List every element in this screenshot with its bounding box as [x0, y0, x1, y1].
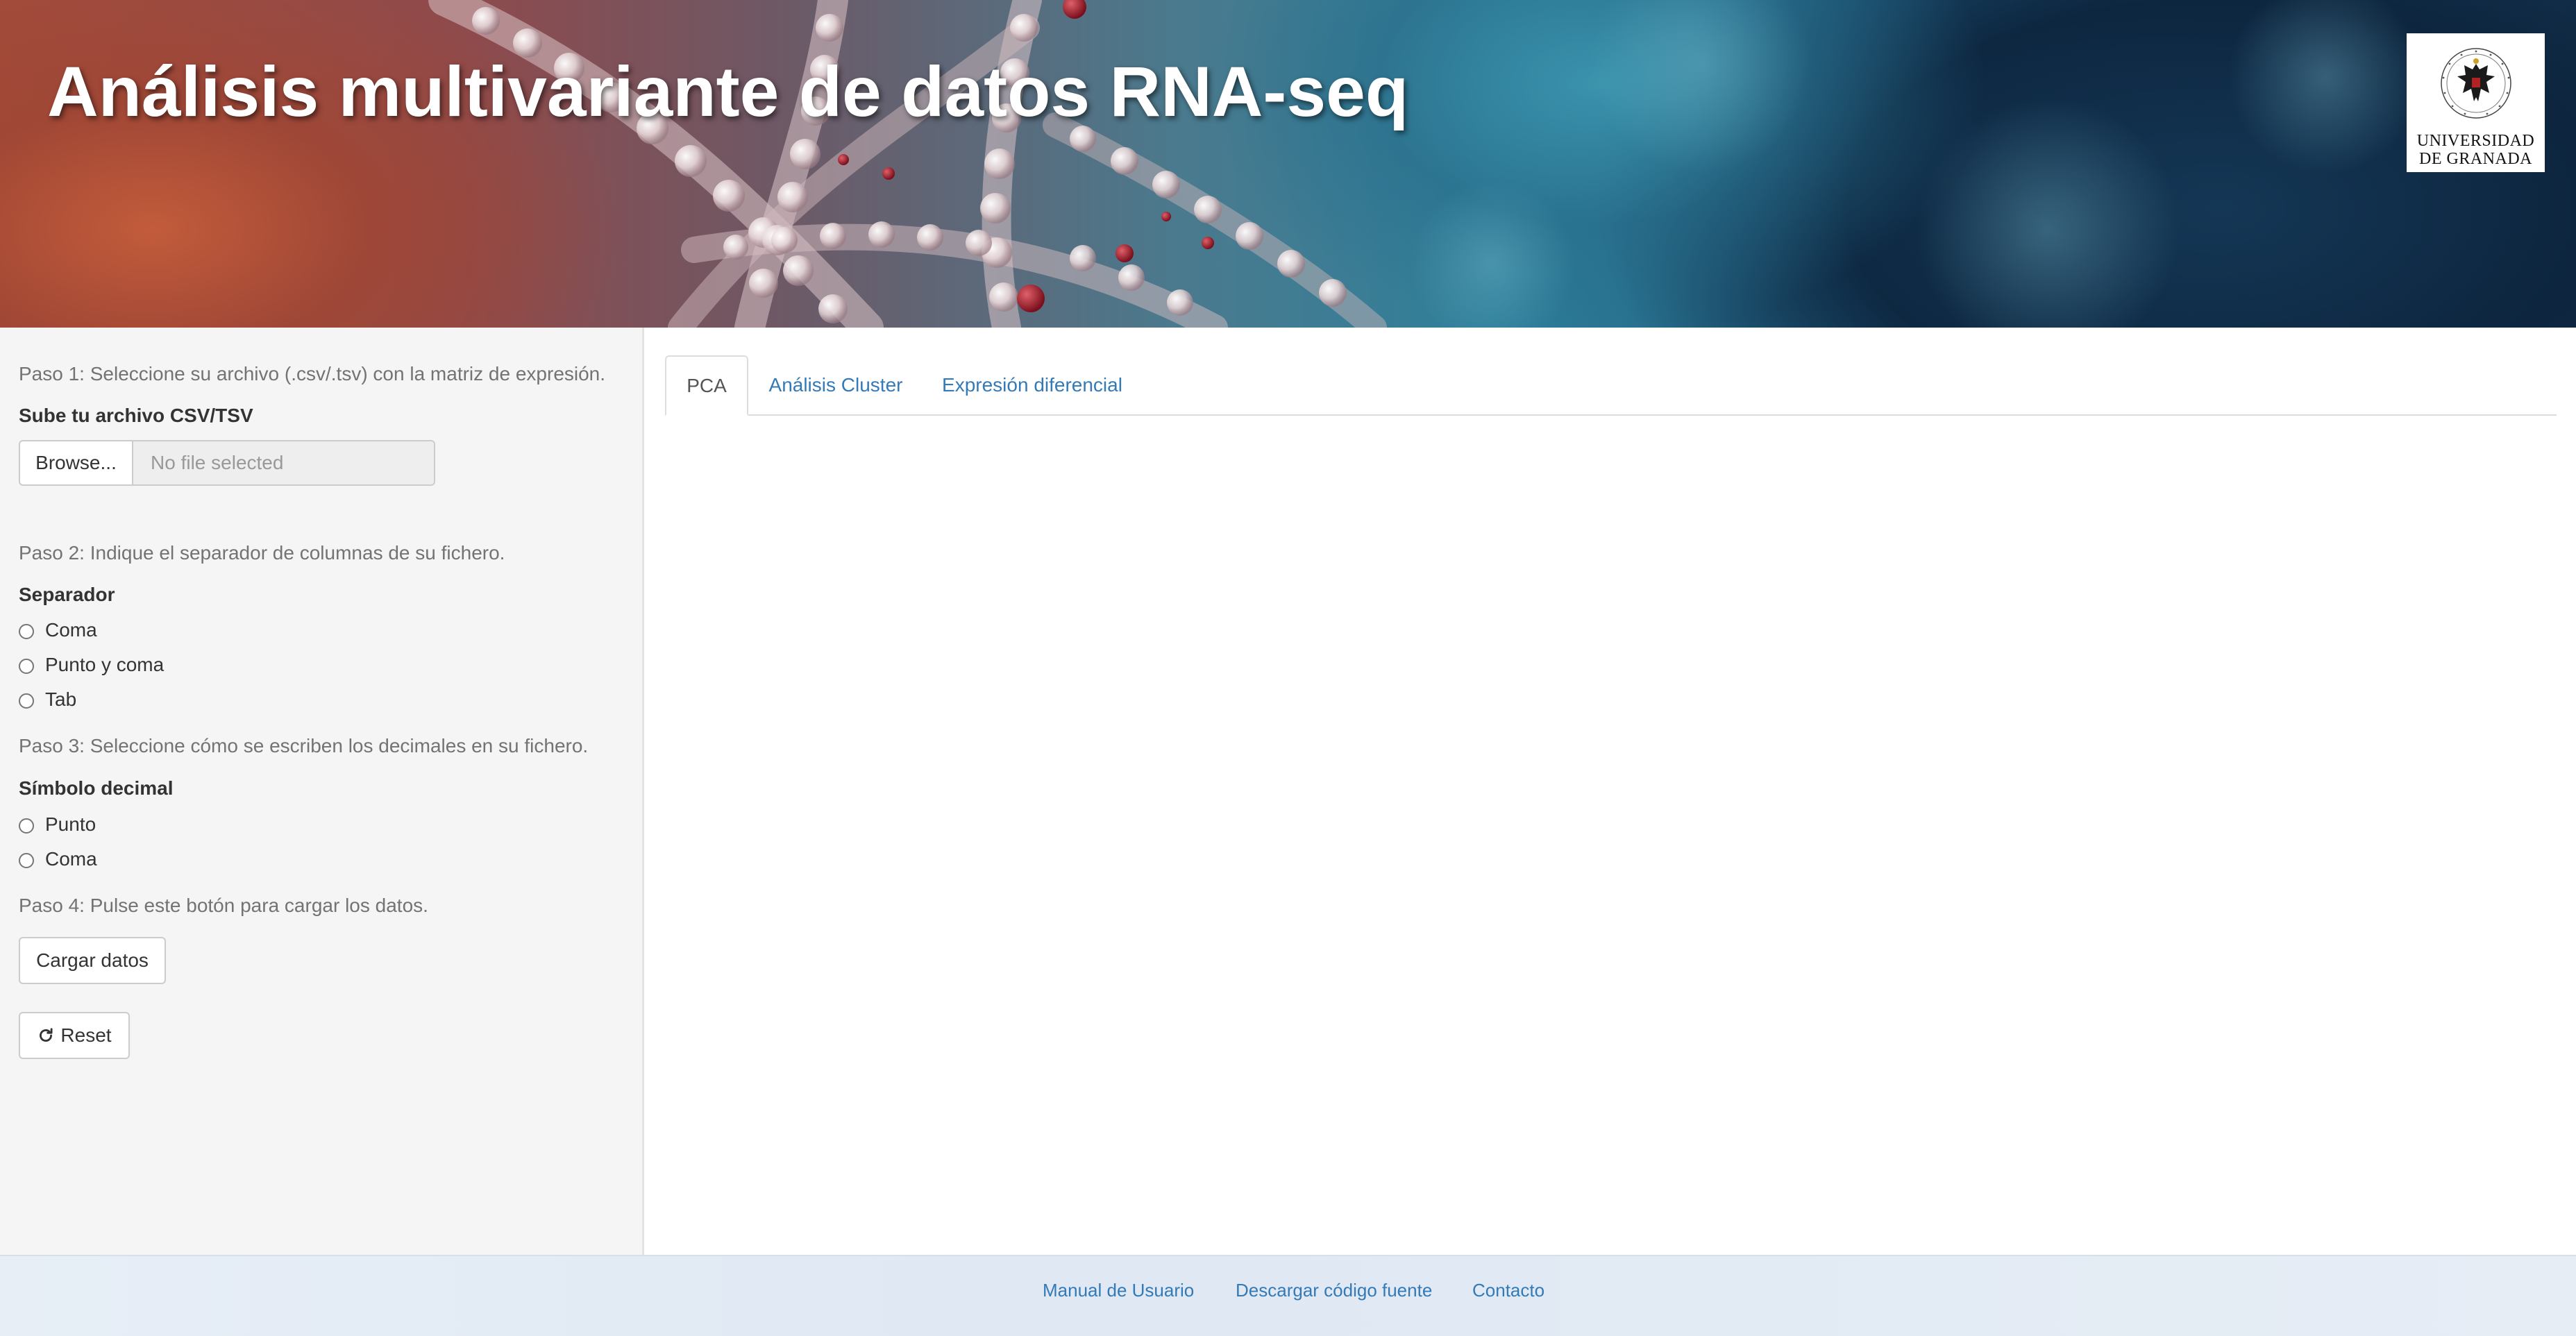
separator-option-punto-y-coma[interactable]: Punto y coma	[19, 651, 164, 679]
separator-option-tab[interactable]: Tab	[19, 686, 76, 713]
tab-content-area	[665, 416, 2557, 1235]
tab-bar: PCA Análisis Cluster Expresión diferenci…	[665, 355, 2557, 416]
header-banner: Análisis multivariante de datos RNA-seq …	[0, 0, 2576, 328]
main-panel: PCA Análisis Cluster Expresión diferenci…	[644, 328, 2576, 1255]
decimal-option-coma[interactable]: Coma	[19, 845, 97, 873]
radio-label: Punto y coma	[45, 654, 165, 675]
sidebar-panel: Paso 1: Seleccione su archivo (.csv/.tsv…	[0, 328, 644, 1255]
tab-expresion-diferencial[interactable]: Expresión diferencial	[923, 355, 1141, 414]
footer-link-contact[interactable]: Contacto	[1472, 1278, 1544, 1302]
refresh-icon	[40, 1028, 53, 1042]
step2-instructions: Paso 2: Indique el separador de columnas…	[19, 542, 505, 564]
decimal-label: Símbolo decimal	[19, 777, 174, 799]
university-crest-icon	[2441, 48, 2511, 119]
university-logo-line1: UNIVERSIDAD	[2416, 132, 2535, 150]
tab-pca[interactable]: PCA	[665, 355, 748, 416]
radio-button[interactable]	[19, 693, 34, 709]
radio-button[interactable]	[19, 853, 34, 868]
university-logo: UNIVERSIDAD DE GRANADA	[2407, 33, 2545, 172]
reset-button[interactable]: Reset	[19, 1012, 130, 1059]
decimal-option-punto[interactable]: Punto	[19, 811, 96, 838]
university-logo-line2: DE GRANADA	[2419, 150, 2532, 168]
step1-instructions: Paso 1: Seleccione su archivo (.csv/.tsv…	[19, 363, 606, 384]
footer-link-manual[interactable]: Manual de Usuario	[1043, 1278, 1194, 1302]
radio-button[interactable]	[19, 818, 34, 834]
radio-button[interactable]	[19, 624, 34, 639]
tab-analisis-cluster[interactable]: Análisis Cluster	[748, 355, 923, 414]
step3-instructions: Paso 3: Seleccione cómo se escriben los …	[19, 735, 589, 756]
file-upload-input: Browse... No file selected	[19, 440, 435, 486]
radio-label: Coma	[45, 619, 97, 641]
browse-button[interactable]: Browse...	[19, 440, 133, 486]
app-title: Análisis multivariante de datos RNA-seq	[47, 52, 1409, 131]
separator-label: Separador	[19, 584, 115, 605]
load-data-button[interactable]: Cargar datos	[19, 937, 166, 984]
dna-background-image	[428, 0, 2423, 328]
footer-link-download-source[interactable]: Descargar código fuente	[1236, 1278, 1432, 1302]
radio-label: Punto	[45, 813, 96, 835]
reset-button-label: Reset	[60, 1024, 112, 1046]
radio-label: Tab	[45, 688, 77, 710]
step4-instructions: Paso 4: Pulse este botón para cargar los…	[19, 895, 428, 916]
radio-label: Coma	[45, 848, 97, 870]
file-name-field: No file selected	[133, 440, 435, 486]
separator-option-coma[interactable]: Coma	[19, 616, 97, 644]
file-upload-label: Sube tu archivo CSV/TSV	[19, 405, 253, 426]
footer: Manual de Usuario Descargar código fuent…	[0, 1255, 2576, 1336]
radio-button[interactable]	[19, 659, 34, 674]
